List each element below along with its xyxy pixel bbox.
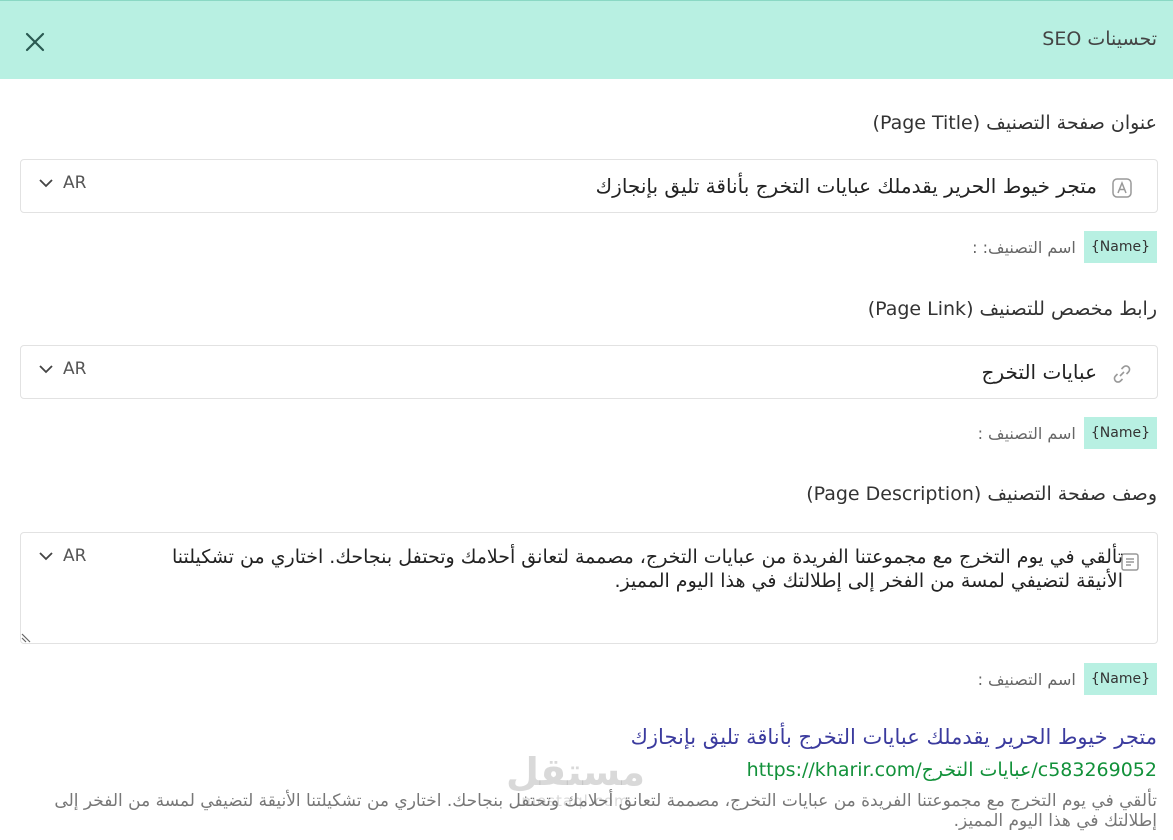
preview-description: تألقي في يوم التخرج مع مجموعتنا الفريدة …: [54, 791, 1157, 831]
page-link-input[interactable]: عبايات التخرج: [982, 360, 1097, 384]
page-title-field[interactable]: AR متجر خيوط الحرير يقدملك عبايات التخرج…: [20, 159, 1158, 213]
chevron-down-icon: [39, 179, 53, 188]
page-title-input[interactable]: متجر خيوط الحرير يقدملك عبايات التخرج بأ…: [596, 174, 1097, 198]
resize-handle-icon[interactable]: [21, 629, 35, 643]
preview-title: متجر خيوط الحرير يقدملك عبايات التخرج بأ…: [630, 725, 1157, 749]
page-description-label: وصف صفحة التصنيف (Page Description): [806, 483, 1157, 505]
modal-header: تحسينات SEO: [0, 0, 1173, 79]
hint-label: اسم التصنيف :: [977, 669, 1076, 689]
page-description-field[interactable]: AR تألقي في يوم التخرج مع مجموعتنا الفري…: [20, 532, 1158, 644]
modal-title: تحسينات SEO: [1042, 28, 1157, 50]
page-description-input[interactable]: تألقي في يوم التخرج مع مجموعتنا الفريدة …: [121, 545, 1123, 593]
watermark-text: مستقل: [506, 750, 645, 794]
language-label: AR: [63, 359, 87, 379]
language-select[interactable]: AR: [37, 359, 86, 379]
page-description-hint: اسم التصنيف : {Name}: [978, 663, 1157, 695]
page-title-label: عنوان صفحة التصنيف (Page Title): [872, 112, 1157, 134]
name-tag[interactable]: {Name}: [1083, 663, 1157, 695]
name-tag[interactable]: {Name}: [1083, 417, 1157, 449]
page-link-label: رابط مخصص للتصنيف (Page Link): [867, 298, 1157, 320]
hint-label: اسم التصنيف: :: [972, 237, 1076, 257]
page-link-field[interactable]: AR عبايات التخرج: [20, 345, 1158, 399]
language-select[interactable]: AR: [37, 546, 86, 566]
chevron-down-icon: [39, 552, 53, 561]
name-tag[interactable]: {Name}: [1083, 231, 1157, 263]
language-select[interactable]: AR: [37, 173, 86, 193]
text-icon: [1112, 178, 1132, 198]
preview-url: https://kharir.com/عبايات التخرج/c583269…: [746, 759, 1157, 781]
chevron-down-icon: [39, 365, 53, 374]
hint-label: اسم التصنيف :: [977, 423, 1076, 443]
link-icon: [1113, 365, 1131, 383]
page-title-hint: اسم التصنيف: : {Name}: [972, 231, 1157, 263]
language-label: AR: [63, 546, 87, 566]
page-link-hint: اسم التصنيف : {Name}: [978, 417, 1157, 449]
close-icon[interactable]: [22, 29, 48, 55]
language-label: AR: [63, 173, 87, 193]
